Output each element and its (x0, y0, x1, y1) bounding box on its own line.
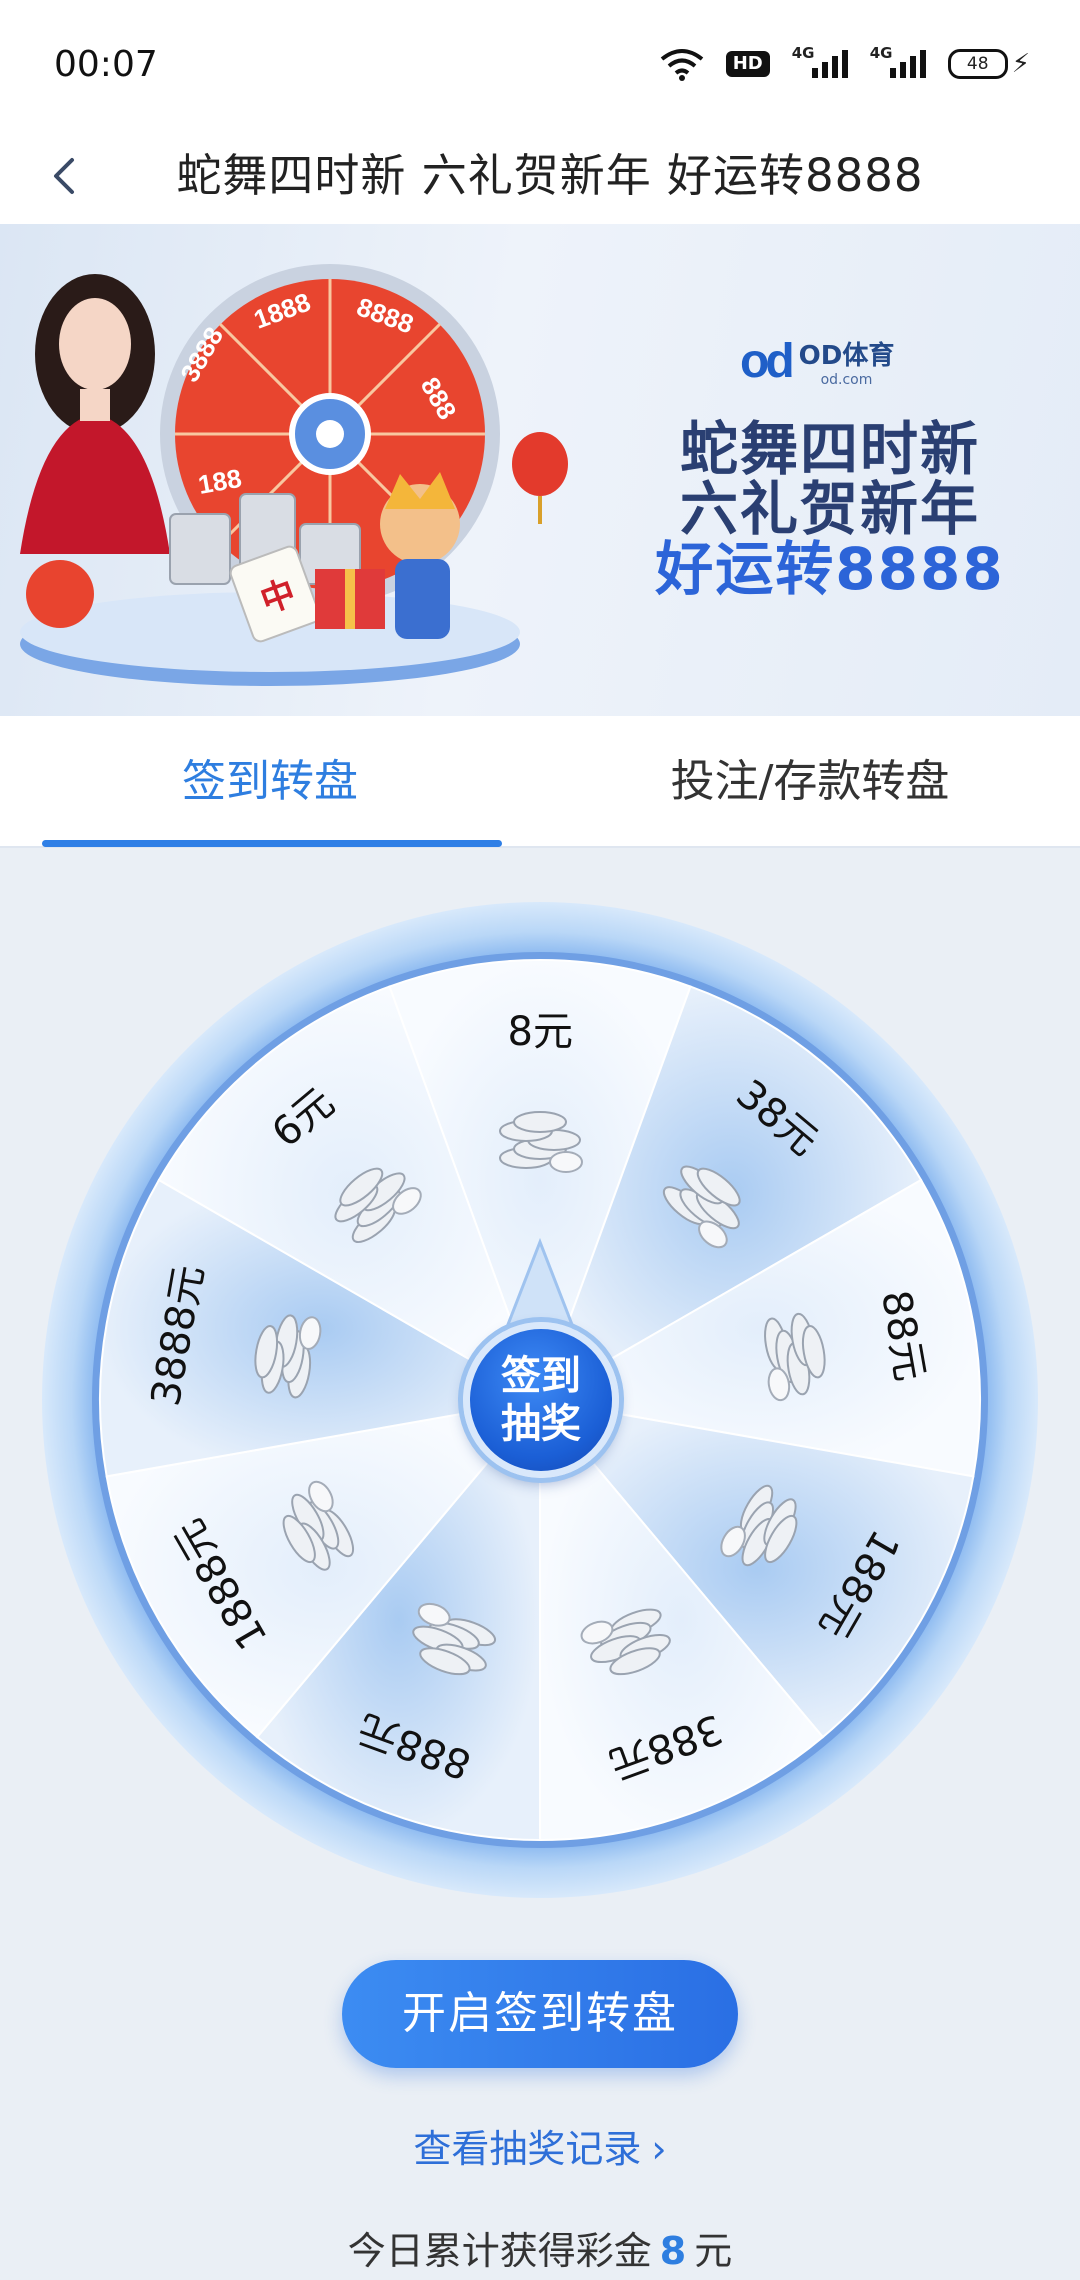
battery-icon: 48 ⚡ (947, 49, 1030, 79)
wifi-icon (660, 49, 703, 81)
banner-illustration: 1888 3888 8888 888 188 中 (20, 264, 568, 686)
signal-icon: 4G (792, 44, 848, 78)
today-winnings-suffix: 元 (694, 2229, 733, 2273)
center-draw-button[interactable]: 签到 抽奖 (463, 1322, 619, 1478)
network-type: 4G (791, 44, 815, 62)
prize-wheel[interactable]: 8元 38元 88元 188元 388元 888元 1888元 3888元 6元 签到 抽奖 (40, 900, 1040, 1900)
banner-headline-3: 好运转8888 (655, 535, 1005, 603)
network-type-2: 4G (869, 44, 893, 62)
status-icons: HD 4G 4G 48 ⚡ (660, 44, 1030, 84)
status-time: 00:07 (54, 44, 158, 85)
start-sign-in-wheel-button[interactable]: 开启签到转盘 (342, 1960, 738, 2068)
signal-icon-2: 4G (870, 44, 926, 78)
today-winnings: 今日累计获得彩金 8 元 (0, 2220, 1080, 2275)
today-winnings-amount: 8 (659, 2229, 687, 2273)
today-winnings-prefix: 今日累计获得彩金 (347, 2229, 652, 2273)
wheel-prize-label: 8元 (507, 1009, 573, 1055)
page-title: 蛇舞四时新 六礼贺新年 好运转8888 (176, 149, 924, 202)
center-draw-label: 签到 抽奖 (501, 1353, 581, 1447)
tab-sign-in-wheel[interactable]: 签到转盘 (40, 716, 500, 848)
battery-level: 48 (947, 49, 1008, 79)
tab-bar: 签到转盘 投注/存款转盘 (0, 716, 1080, 848)
nav-header: 蛇舞四时新 六礼贺新年 好运转8888 (0, 128, 1080, 224)
active-tab-indicator (42, 840, 502, 847)
promo-banner[interactable]: 1888 3888 8888 888 188 中 od OD体育 od.com … (0, 224, 1080, 716)
brand-logo: od OD体育 od.com (740, 334, 894, 389)
view-draw-records-label: 查看抽奖记录 (413, 2127, 642, 2171)
chevron-right-icon: › (651, 2127, 667, 2171)
view-draw-records-link[interactable]: 查看抽奖记录 › (0, 2118, 1080, 2173)
hd-icon: HD (725, 51, 770, 77)
brand-url: od.com (820, 372, 873, 388)
tab-bet-deposit-wheel[interactable]: 投注/存款转盘 (560, 716, 1060, 848)
charging-icon: ⚡ (1011, 49, 1030, 79)
brand-name: OD体育 (798, 341, 895, 371)
brand-mark: od (740, 335, 795, 388)
status-bar: 00:07 HD 4G 4G 48 ⚡ (0, 0, 1080, 128)
